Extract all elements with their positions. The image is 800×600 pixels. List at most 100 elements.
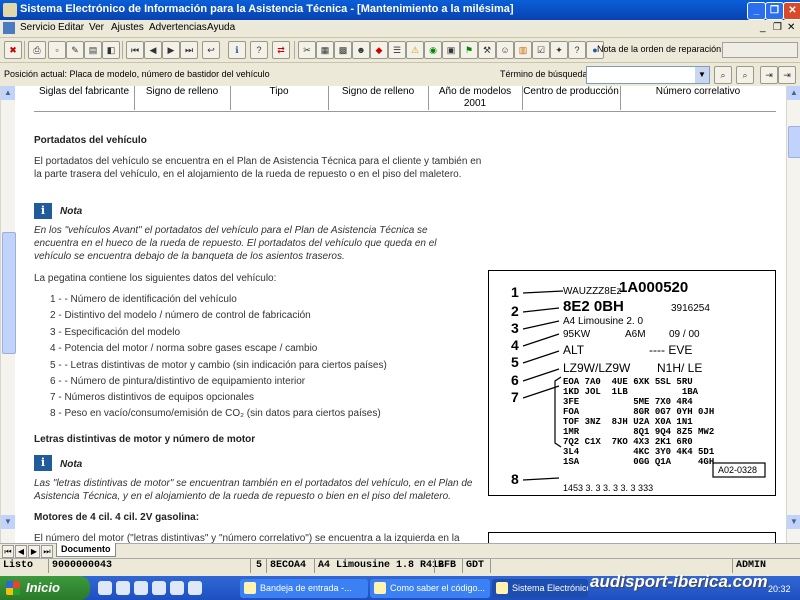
last-tab-icon[interactable]: ⏭ (41, 545, 53, 558)
callout-number: 4 (511, 337, 519, 353)
callout-number: 5 (511, 354, 519, 370)
info-icon[interactable]: ℹ (228, 41, 246, 59)
toolbar-separator (294, 41, 295, 59)
toolbar-separator (122, 41, 123, 59)
status-quantity: 5 (256, 560, 263, 571)
taskbar-item[interactable]: Bandeja de entrada -... (240, 579, 368, 598)
go-to-next-icon[interactable]: ⇥ (760, 66, 778, 84)
callout-number: 8 (511, 471, 519, 487)
grid-icon[interactable]: ▩ (334, 41, 352, 59)
browser-icon[interactable] (98, 581, 112, 595)
new-document-icon[interactable]: ▫ (48, 41, 66, 59)
tag-icon[interactable]: ✦ (550, 41, 568, 59)
maximize-button[interactable]: ❐ (765, 2, 784, 20)
window-title: Sistema Electrónico de Información para … (20, 3, 514, 15)
close-button[interactable]: ✕ (783, 2, 800, 20)
doc-minimize-button[interactable]: _ (760, 22, 766, 33)
menu-ver[interactable]: Ver (89, 22, 104, 33)
list-icon[interactable]: ☰ (388, 41, 406, 59)
start-label: Inicio (26, 580, 60, 595)
first-tab-icon[interactable]: ⏮ (2, 545, 14, 558)
chevron-down-icon[interactable]: ▼ (695, 67, 709, 83)
app-icon (3, 3, 17, 17)
wrench-icon[interactable]: ⚒ (478, 41, 496, 59)
status-divider (732, 559, 733, 573)
binoculars-icon[interactable]: ⌕ (714, 66, 732, 84)
windows-logo-icon (6, 581, 20, 595)
mail-icon (244, 582, 256, 594)
people-icon[interactable]: ☻ (352, 41, 370, 59)
sticker-intro: La pegatina contiene los siguientes dato… (34, 273, 277, 284)
camera-icon[interactable] (170, 581, 184, 595)
taskbar-item-active[interactable]: Sistema Electrónico d... (492, 579, 588, 598)
box-icon[interactable]: ▥ (514, 41, 532, 59)
vin-number: 1A000520 (619, 279, 689, 296)
scroll-up-icon[interactable]: ▲ (1, 86, 15, 100)
scroll-down-icon[interactable]: ▼ (1, 515, 15, 529)
car-icon[interactable]: ◧ (102, 41, 120, 59)
save-icon[interactable]: ▣ (442, 41, 460, 59)
status-vehicle-code: 8ECOA4 (270, 560, 307, 571)
column-header: Signo de relleno (328, 86, 429, 110)
checklist-icon[interactable]: ☑ (532, 41, 550, 59)
status-user: ADMIN (736, 560, 767, 571)
minimize-button[interactable]: _ (747, 2, 766, 20)
status-divider (266, 559, 267, 573)
binoculars-next-icon[interactable]: ⌕ (736, 66, 754, 84)
warning-icon[interactable]: ⚠ (406, 41, 424, 59)
question-icon[interactable]: ? (568, 41, 586, 59)
status-divider (250, 559, 251, 573)
status-divider (434, 559, 435, 573)
edit-icon[interactable]: ✎ (66, 41, 84, 59)
messenger-icon[interactable] (188, 581, 202, 595)
scroll-down-icon[interactable]: ▼ (787, 515, 800, 529)
first-page-icon[interactable]: ⏮ (126, 41, 144, 59)
swap-icon[interactable]: ⇄ (272, 41, 290, 59)
next-page-icon[interactable]: ▶ (162, 41, 180, 59)
taskbar-item[interactable]: Como saber el código... (370, 579, 490, 598)
menu-ayuda[interactable]: Ayuda (207, 22, 235, 33)
back-icon[interactable]: ↩ (202, 41, 220, 59)
left-scrollbar[interactable]: ▲ ▼ (0, 86, 16, 543)
print-icon[interactable]: ⎙ (28, 41, 46, 59)
tools-icon[interactable]: ✂ (298, 41, 316, 59)
globe-icon[interactable]: ◉ (424, 41, 442, 59)
order-note-field[interactable] (722, 42, 798, 58)
list-item: 8 - Peso en vacío/consumo/emisión de CO₂… (50, 408, 381, 419)
taskbar-item-label: Bandeja de entrada -... (260, 583, 352, 593)
last-page-icon[interactable]: ⏭ (180, 41, 198, 59)
next-tab-icon[interactable]: ▶ (28, 545, 40, 558)
scroll-up-icon[interactable]: ▲ (787, 86, 800, 100)
browser-icon (374, 582, 386, 594)
list-item: 6 - - Número de pintura/distintivo de eq… (50, 376, 306, 387)
search-term-label: Término de búsqueda: (500, 69, 591, 79)
previous-page-icon[interactable]: ◀ (144, 41, 162, 59)
callout-number: 6 (511, 372, 519, 388)
tab-documento[interactable]: Documento (56, 543, 116, 557)
right-scrollbar[interactable]: ▲ ▼ (786, 86, 800, 543)
scroll-thumb[interactable] (788, 126, 800, 158)
header-divider (34, 111, 776, 112)
go-to-last-icon[interactable]: ⇥ (778, 66, 796, 84)
outlook-icon[interactable] (116, 581, 130, 595)
search-term-combobox[interactable]: ▼ (586, 66, 710, 84)
menu-editar[interactable]: Editar (58, 22, 84, 33)
exit-icon[interactable]: ✖ (4, 41, 22, 59)
previous-tab-icon[interactable]: ◀ (15, 545, 27, 558)
calculator-icon[interactable]: ▦ (316, 41, 334, 59)
mail-icon[interactable] (134, 581, 148, 595)
doc-restore-button[interactable]: ❐ (773, 22, 782, 33)
media-player-icon[interactable] (152, 581, 166, 595)
status-divider (462, 559, 463, 573)
person-icon[interactable]: ☺ (496, 41, 514, 59)
diamond-icon[interactable]: ◆ (370, 41, 388, 59)
doc-close-button[interactable]: ✕ (787, 22, 795, 33)
menu-ajustes[interactable]: Ajustes (111, 22, 144, 33)
status-order-number: 9000000043 (52, 560, 113, 571)
clipboard-icon[interactable]: ▤ (84, 41, 102, 59)
help-icon[interactable]: ? (250, 41, 268, 59)
options-codes: EOA 7A0 4UE 6XK 5SL 5RU 1KD JOL 1LB 1BA … (563, 377, 715, 467)
menu-servicio[interactable]: Servicio (20, 22, 56, 33)
menu-advertencias[interactable]: Advertencias (149, 22, 207, 33)
flag-icon[interactable]: ⚑ (460, 41, 478, 59)
